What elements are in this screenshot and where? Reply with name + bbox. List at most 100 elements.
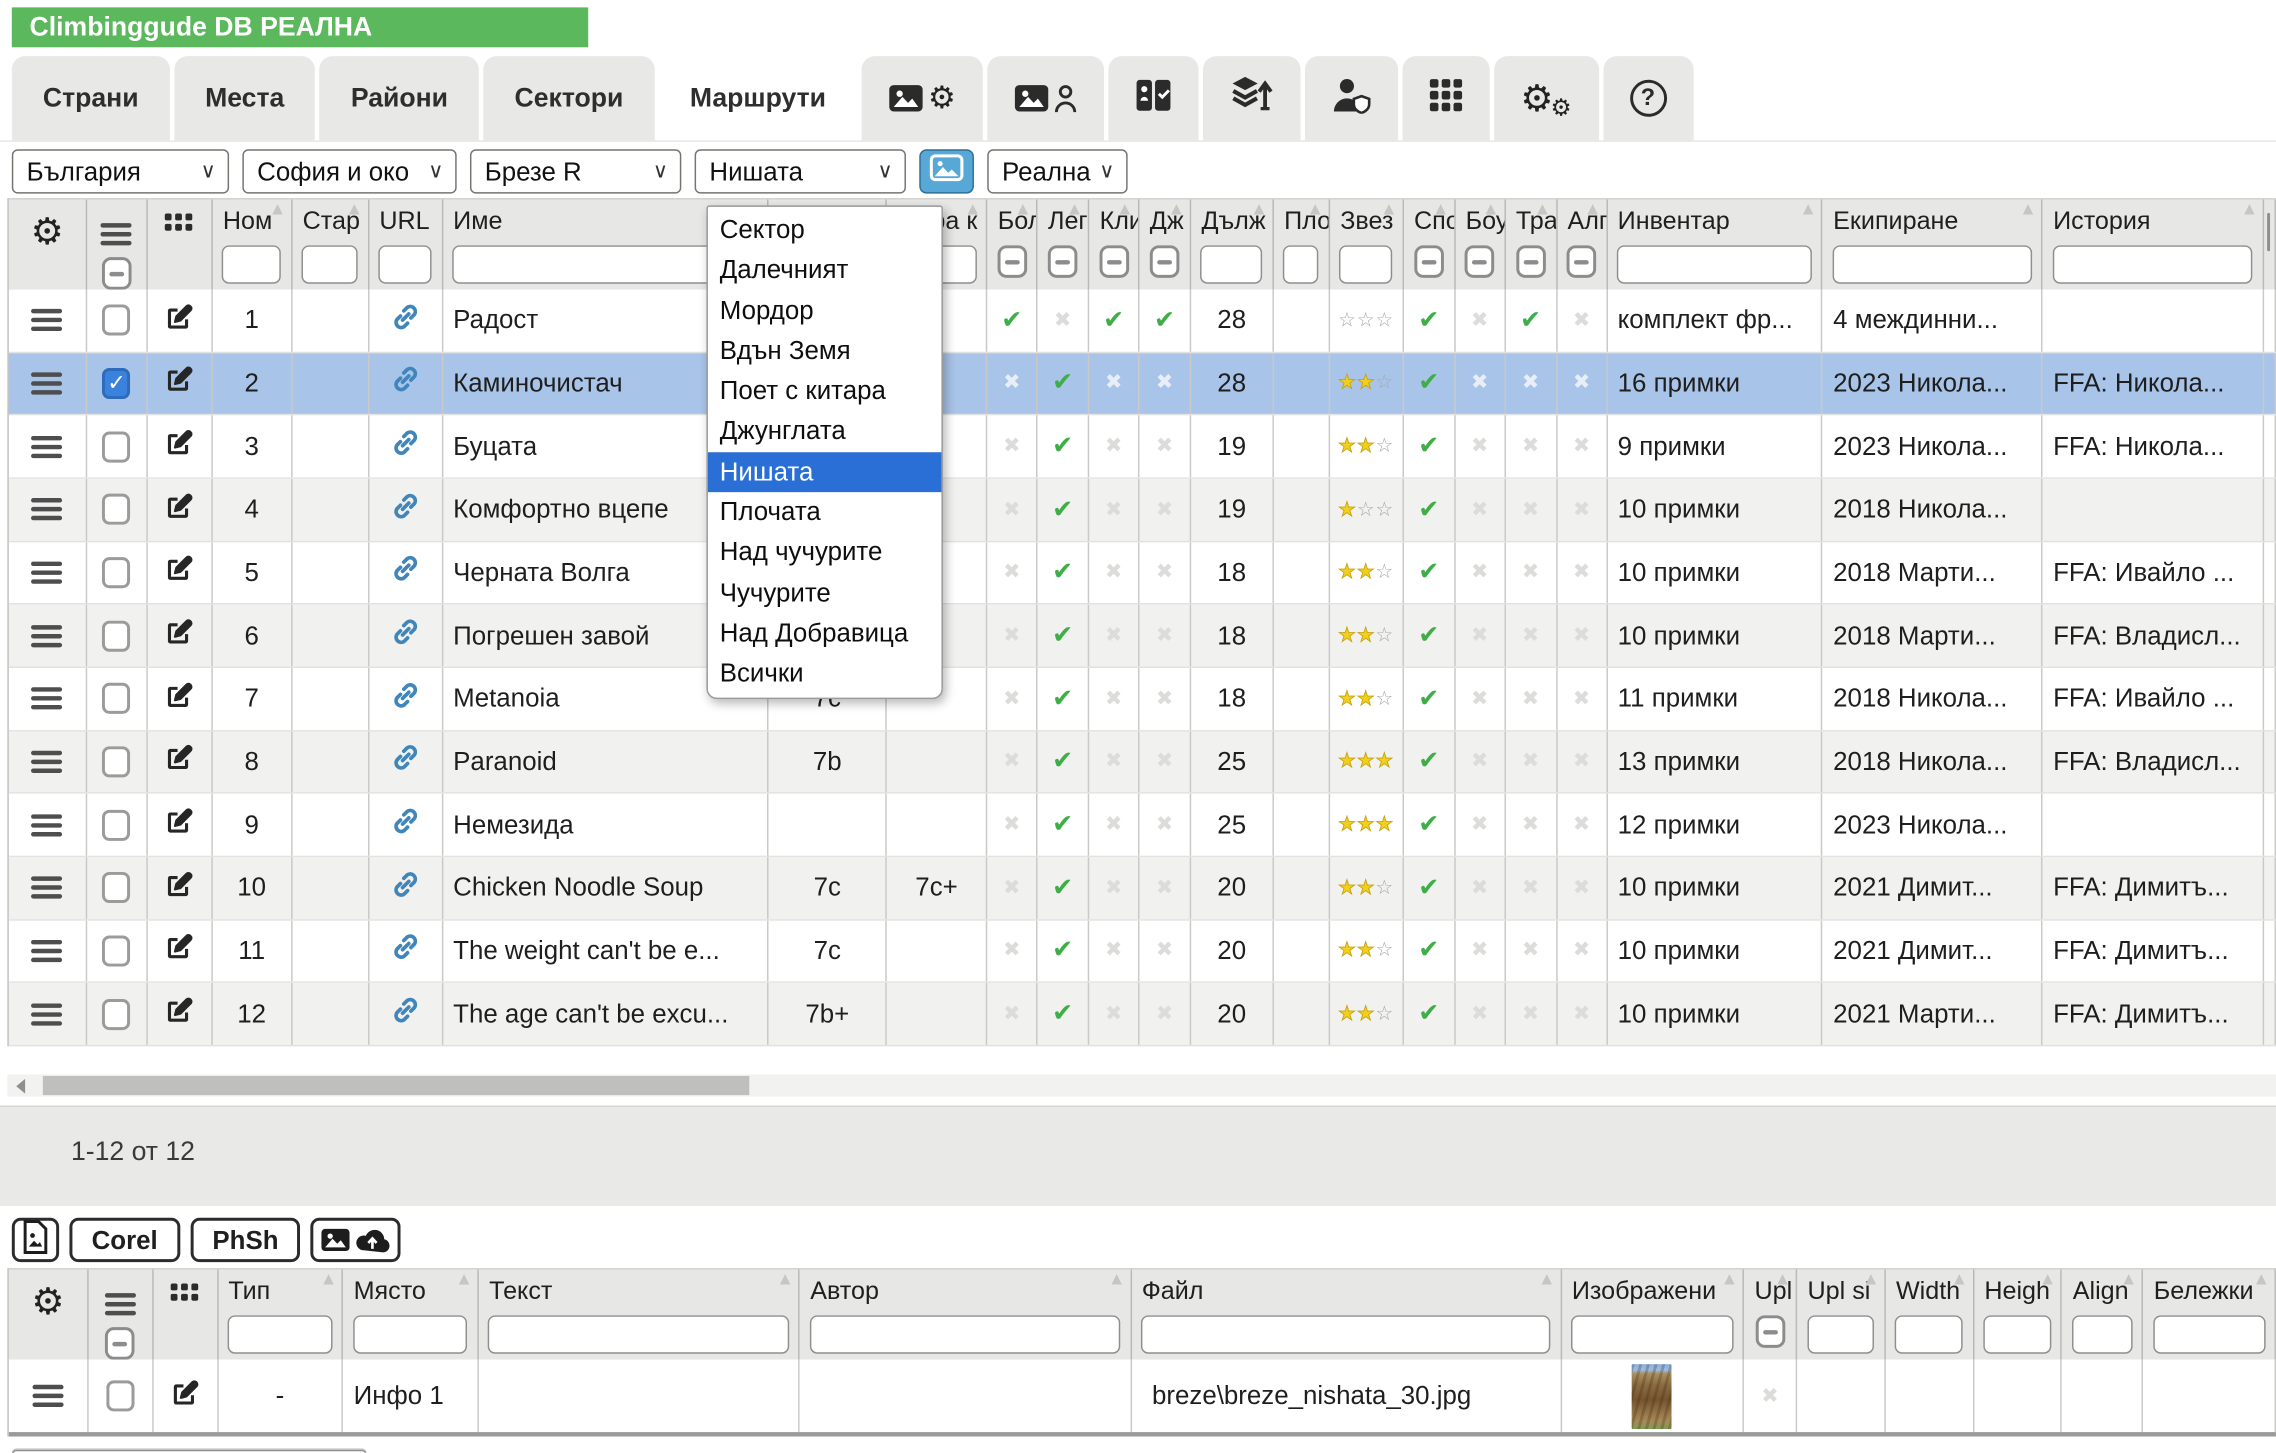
edit-icon[interactable] bbox=[164, 932, 195, 970]
sort-arrow-icon[interactable]: ▲ bbox=[1108, 1270, 1126, 1288]
country-select[interactable]: България ∨ bbox=[12, 149, 229, 193]
tab-images-user[interactable] bbox=[987, 56, 1104, 140]
photo-thumbnail[interactable] bbox=[1632, 1363, 1672, 1428]
row-checkbox[interactable] bbox=[103, 620, 131, 651]
sort-arrow-icon[interactable]: ▲ bbox=[455, 1270, 473, 1288]
settings-gear-icon[interactable]: ⚙ bbox=[31, 213, 64, 250]
sort-arrow-icon[interactable]: ▲ bbox=[1584, 200, 1602, 218]
sort-arrow-icon[interactable]: ▲ bbox=[1306, 200, 1324, 218]
sort-arrow-icon[interactable]: ▲ bbox=[1534, 200, 1552, 218]
sector-select[interactable]: Нишата ∨ bbox=[695, 149, 906, 193]
row-checkbox[interactable] bbox=[103, 809, 131, 840]
select-all-minus-checkbox[interactable] bbox=[105, 1327, 135, 1360]
sort-arrow-icon[interactable]: ▲ bbox=[269, 200, 287, 218]
filter-input-length[interactable] bbox=[1201, 245, 1263, 283]
row-menu-icon[interactable] bbox=[32, 935, 63, 966]
sort-arrow-icon[interactable]: ▲ bbox=[1014, 200, 1032, 218]
sort-arrow-icon[interactable]: ▲ bbox=[346, 200, 364, 218]
dropdown-option[interactable]: Плочата bbox=[708, 492, 942, 532]
filter-input-width[interactable] bbox=[1895, 1315, 1963, 1353]
filter-input-align[interactable] bbox=[2072, 1315, 2132, 1353]
link-icon[interactable] bbox=[388, 363, 422, 404]
filter-minus-checkbox-bou[interactable] bbox=[1465, 245, 1495, 278]
filter-input-author[interactable] bbox=[810, 1315, 1121, 1353]
filter-minus-checkbox-tra[interactable] bbox=[1516, 245, 1546, 278]
row-menu-icon[interactable] bbox=[32, 431, 63, 462]
sort-arrow-icon[interactable]: ▲ bbox=[1432, 200, 1450, 218]
edit-icon[interactable] bbox=[164, 616, 195, 654]
row-menu-icon[interactable] bbox=[32, 1380, 63, 1411]
filter-minus-checkbox-kli[interactable] bbox=[1099, 245, 1129, 278]
dropdown-option[interactable]: Поет с китара bbox=[708, 371, 942, 411]
row-menu-icon[interactable] bbox=[32, 746, 63, 777]
sort-arrow-icon[interactable]: ▲ bbox=[1862, 1270, 1880, 1288]
filter-minus-checkbox-alg[interactable] bbox=[1567, 245, 1597, 278]
filter-input-cut[interactable] bbox=[2268, 213, 2271, 251]
edit-icon[interactable] bbox=[164, 553, 195, 591]
row-menu-icon[interactable] bbox=[32, 620, 63, 651]
row-checkbox[interactable] bbox=[103, 935, 131, 966]
phsh-button[interactable]: PhSh bbox=[190, 1218, 300, 1262]
tab-Места[interactable]: Места bbox=[174, 56, 315, 140]
sort-arrow-icon[interactable]: ▲ bbox=[776, 1270, 794, 1288]
sort-arrow-icon[interactable]: ▲ bbox=[1774, 1270, 1792, 1288]
sort-arrow-icon[interactable]: ▲ bbox=[1168, 200, 1186, 218]
edit-icon[interactable] bbox=[164, 364, 195, 402]
row-menu-icon[interactable] bbox=[32, 809, 63, 840]
edit-icon[interactable] bbox=[164, 679, 195, 717]
link-icon[interactable] bbox=[388, 804, 422, 845]
link-icon[interactable] bbox=[388, 993, 422, 1034]
filter-input-inventory[interactable] bbox=[1617, 245, 1812, 283]
filter-input-notes[interactable] bbox=[2153, 1315, 2265, 1353]
sort-arrow-icon[interactable]: ▲ bbox=[2019, 200, 2037, 218]
dropdown-option[interactable]: Над чучурите bbox=[708, 533, 942, 573]
link-icon[interactable] bbox=[388, 552, 422, 593]
row-checkbox[interactable] bbox=[103, 746, 131, 777]
dropdown-option[interactable]: Чучурите bbox=[708, 573, 942, 613]
tab-Маршрути[interactable]: Маршрути bbox=[659, 56, 857, 140]
row-checkbox[interactable] bbox=[106, 1380, 134, 1411]
filter-input-history[interactable] bbox=[2052, 245, 2253, 283]
filter-input-heigh[interactable] bbox=[1984, 1315, 2052, 1353]
filter-minus-checkbox-dzh[interactable] bbox=[1150, 245, 1180, 278]
tab-images-settings[interactable]: ⚙ bbox=[861, 56, 982, 140]
link-icon[interactable] bbox=[388, 426, 422, 467]
edit-icon[interactable] bbox=[164, 427, 195, 465]
sort-arrow-icon[interactable]: ▲ bbox=[1799, 200, 1817, 218]
filter-input-stars[interactable] bbox=[1339, 245, 1392, 283]
grid-columns-icon[interactable] bbox=[170, 1283, 200, 1302]
row-checkbox[interactable] bbox=[103, 431, 131, 462]
select-all-minus-checkbox[interactable] bbox=[102, 257, 132, 290]
sort-arrow-icon[interactable]: ▲ bbox=[1380, 200, 1398, 218]
link-icon[interactable] bbox=[388, 741, 422, 782]
tab-layers-upload[interactable] bbox=[1203, 56, 1301, 140]
edit-icon[interactable] bbox=[164, 301, 195, 339]
dropdown-option[interactable]: Вдън Земя bbox=[708, 331, 942, 371]
link-icon[interactable] bbox=[388, 489, 422, 530]
row-checkbox[interactable] bbox=[103, 494, 131, 525]
link-icon[interactable] bbox=[388, 678, 422, 719]
link-icon[interactable] bbox=[388, 930, 422, 971]
sort-arrow-icon[interactable]: ▲ bbox=[1250, 200, 1268, 218]
file-image-button[interactable] bbox=[12, 1218, 59, 1262]
filter-minus-checkbox-spo[interactable] bbox=[1414, 245, 1444, 278]
tab-gears[interactable]: ⚙⚙ bbox=[1494, 56, 1599, 140]
row-checkbox[interactable] bbox=[103, 683, 131, 714]
place-select[interactable]: София и око ∨ bbox=[242, 149, 456, 193]
tab-user-shield[interactable] bbox=[1305, 56, 1398, 140]
filter-input-upl-si[interactable] bbox=[1807, 1315, 1875, 1353]
edit-icon[interactable] bbox=[164, 995, 195, 1033]
filter-input-place[interactable] bbox=[353, 1315, 468, 1353]
sort-arrow-icon[interactable]: ▲ bbox=[1538, 1270, 1556, 1288]
filter-input-file[interactable] bbox=[1141, 1315, 1550, 1353]
grid-columns-icon[interactable] bbox=[165, 213, 195, 232]
db-select[interactable]: Реална ∨ bbox=[987, 149, 1127, 193]
edit-icon[interactable] bbox=[164, 743, 195, 781]
filter-input-equipment[interactable] bbox=[1832, 245, 2031, 283]
filter-input-type[interactable] bbox=[228, 1315, 333, 1353]
row-menu-icon[interactable] bbox=[32, 683, 63, 714]
edit-icon[interactable] bbox=[169, 1377, 200, 1415]
sort-arrow-icon[interactable]: ▲ bbox=[1116, 200, 1134, 218]
sort-arrow-icon[interactable]: ▲ bbox=[2241, 200, 2259, 218]
edit-icon[interactable] bbox=[164, 869, 195, 907]
